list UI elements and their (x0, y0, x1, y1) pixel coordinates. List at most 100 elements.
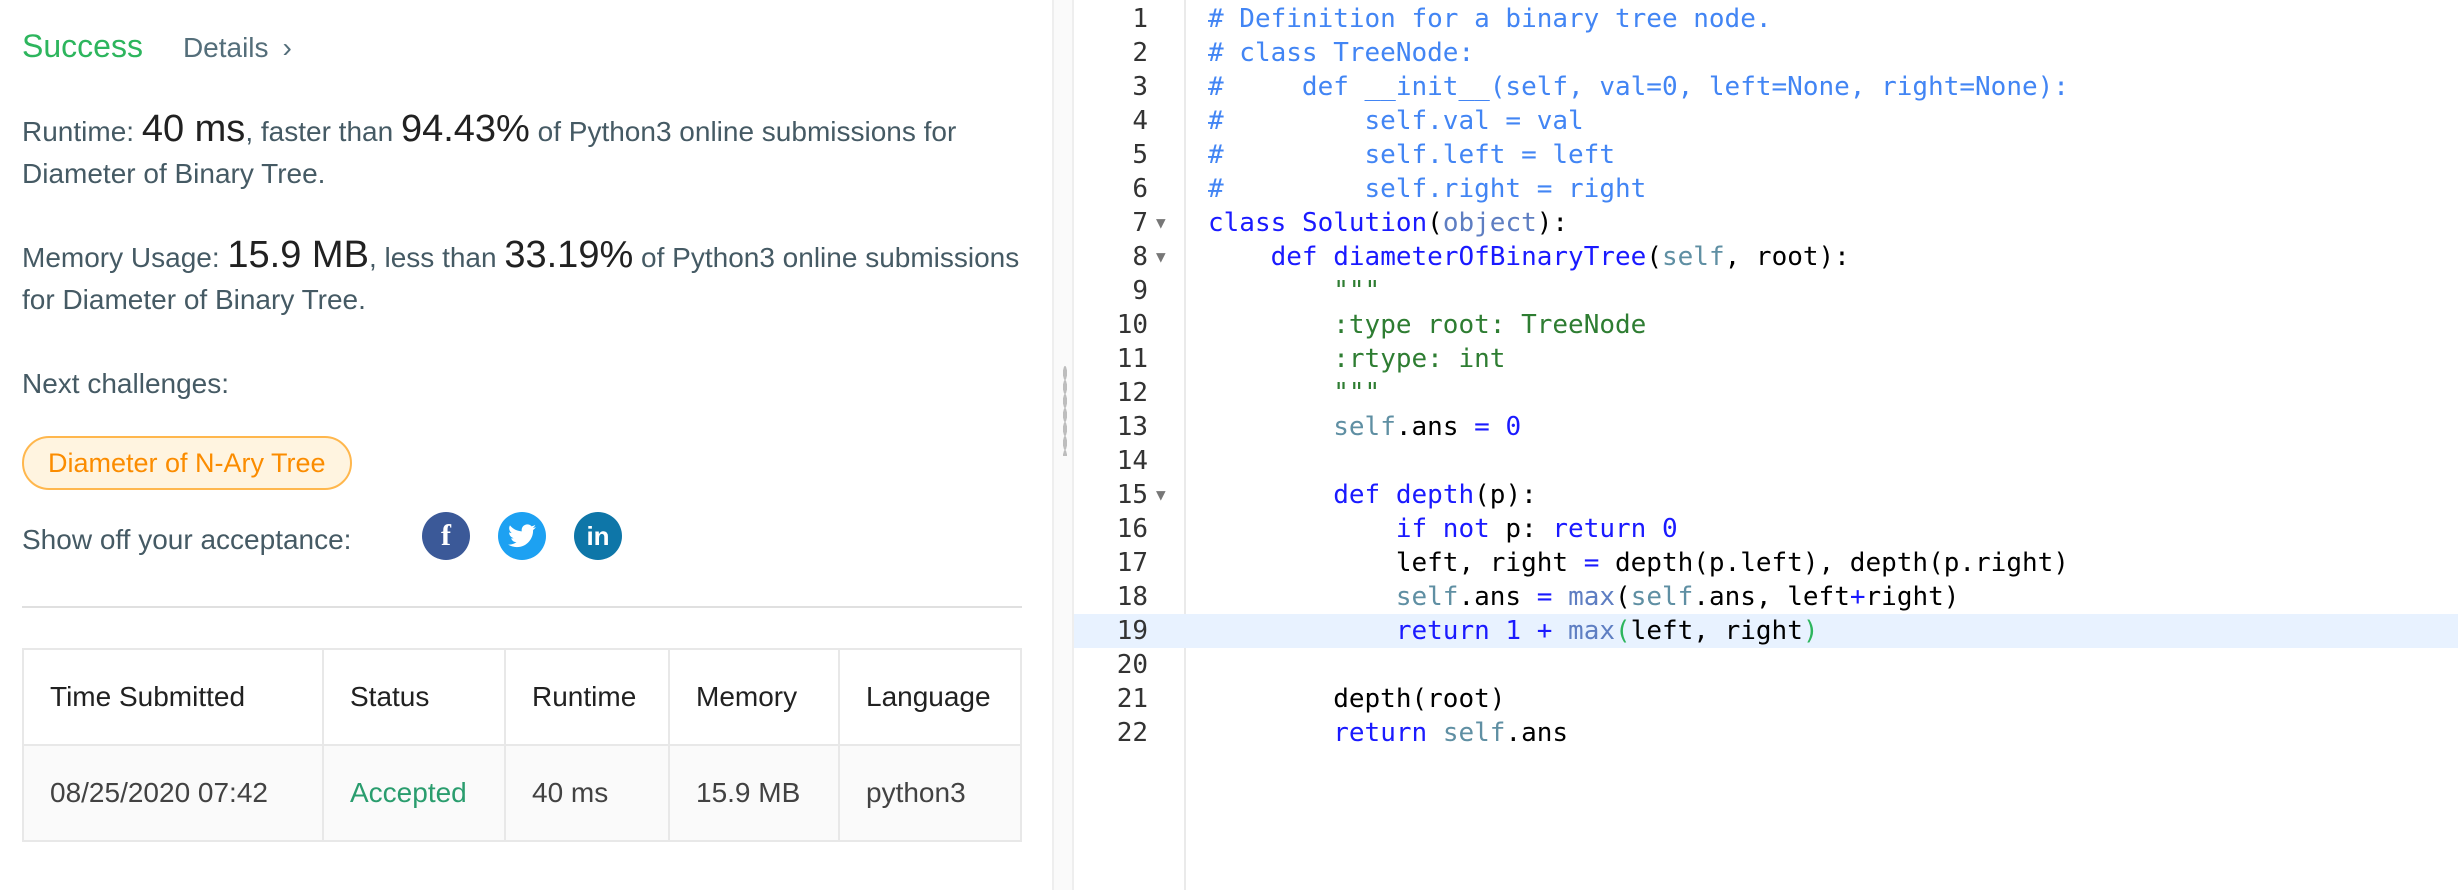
code-token: ) (1802, 616, 1819, 646)
code-token: # self.left = left (1208, 140, 1615, 170)
code-token: , root): (1724, 242, 1850, 272)
code-line[interactable]: 9 """ (1074, 274, 2458, 308)
code-token: # self.right = right (1208, 174, 1647, 204)
code-token: self (1333, 412, 1396, 442)
runtime-percent: 94.43% (400, 108, 530, 150)
code-line[interactable]: 19 return 1 + max(left, right) (1074, 614, 2458, 648)
code-token: .ans, left (1693, 582, 1850, 612)
code-token: """ (1333, 378, 1381, 408)
twitter-icon[interactable] (498, 512, 546, 560)
code-token: ( (1615, 582, 1631, 612)
code-token: class (1208, 208, 1287, 238)
code-token: ): (1536, 208, 1569, 238)
line-number: 8 (1132, 242, 1148, 272)
line-number: 16 (1116, 514, 1148, 544)
line-number: 15 (1116, 480, 1148, 510)
code-line[interactable]: 12 """ (1074, 376, 2458, 410)
line-number: 18 (1116, 582, 1148, 612)
code-token: .ans (1458, 582, 1537, 612)
code-token: + (1536, 616, 1553, 646)
code-line[interactable]: 20 (1074, 648, 2458, 682)
code-token: if not (1395, 514, 1490, 544)
col-time-submitted: Time Submitted (22, 648, 324, 746)
code-line[interactable]: 10 :type root: TreeNode (1074, 308, 2458, 342)
status-success: Success (22, 28, 143, 64)
code-line[interactable]: 4 # self.val = val (1074, 104, 2458, 138)
code-line[interactable]: 18 self.ans = max(self.ans, left+right) (1074, 580, 2458, 614)
code-line[interactable]: 8 ▼ def diameterOfBinaryTree(self, root): (1074, 240, 2458, 274)
code-text: return self.ans (1208, 716, 1568, 750)
code-text: self.ans = 0 (1208, 410, 1521, 444)
panel-splitter[interactable] (1052, 0, 1074, 890)
code-token: depth(p.left), depth(p.right) (1599, 548, 2069, 578)
code-token: 0 (1505, 412, 1522, 442)
code-token: depth (1395, 480, 1475, 510)
runtime-label: Runtime: (22, 116, 135, 147)
code-token: depth(root) (1208, 684, 1506, 714)
line-number: 14 (1116, 446, 1148, 476)
fold-arrow-icon[interactable]: ▼ (1156, 206, 1166, 240)
col-status: Status (322, 648, 506, 746)
code-line[interactable]: 7 ▼ class Solution(object): (1074, 206, 2458, 240)
code-text: if not p: return 0 (1208, 512, 1678, 546)
code-line[interactable]: 5 # self.left = left (1074, 138, 2458, 172)
code-token: ( (1615, 616, 1631, 646)
code-token: # Definition for a binary tree node. (1208, 4, 1772, 34)
code-line[interactable]: 1 # Definition for a binary tree node. (1074, 2, 2458, 36)
code-text: :rtype: int (1208, 342, 1505, 376)
facebook-icon[interactable]: f (422, 512, 470, 560)
code-token: left, right (1630, 616, 1803, 646)
code-line[interactable]: 6 # self.right = right (1074, 172, 2458, 206)
code-line[interactable]: 17 left, right = depth(p.left), depth(p.… (1074, 546, 2458, 580)
code-line[interactable]: 21 depth(root) (1074, 682, 2458, 716)
code-text: # self.val = val (1208, 104, 1584, 138)
details-link[interactable]: Details › (183, 32, 292, 64)
cell-memory: 15.9 MB (668, 744, 840, 842)
code-text: """ (1208, 274, 1380, 308)
runtime-stat: Runtime: 40 ms, faster than 94.43% of Py… (22, 108, 1032, 195)
col-memory: Memory (668, 648, 840, 746)
code-editor[interactable]: 1 # Definition for a binary tree node. 2 # … (1074, 0, 2458, 890)
table-row[interactable]: 08/25/2020 07:42 Accepted 40 ms 15.9 MB … (22, 744, 1022, 842)
code-token: self (1442, 718, 1506, 748)
line-number: 9 (1132, 276, 1148, 306)
code-line[interactable]: 16 if not p: return 0 (1074, 512, 2458, 546)
code-token: left, right (1208, 548, 1584, 578)
cell-status[interactable]: Accepted (322, 744, 506, 842)
runtime-value: 40 ms (141, 108, 246, 150)
code-line[interactable]: 13 self.ans = 0 (1074, 410, 2458, 444)
code-token: def (1333, 480, 1381, 510)
code-text: left, right = depth(p.left), depth(p.rig… (1208, 546, 2069, 580)
code-line[interactable]: 15 ▼ def depth(p): (1074, 478, 2458, 512)
code-text: def depth(p): (1208, 478, 1537, 512)
code-line[interactable]: 3 # def __init__(self, val=0, left=None, … (1074, 70, 2458, 104)
code-token: ( (1646, 242, 1662, 272)
code-token: ( (1427, 208, 1443, 238)
fold-arrow-icon[interactable]: ▼ (1156, 240, 1166, 274)
code-token: def (1270, 242, 1318, 272)
line-number: 17 (1116, 548, 1148, 578)
code-line[interactable]: 2 # class TreeNode: (1074, 36, 2458, 70)
fold-arrow-icon[interactable]: ▼ (1156, 478, 1166, 512)
cell-time-submitted: 08/25/2020 07:42 (22, 744, 324, 842)
next-challenge-chip[interactable]: Diameter of N-Ary Tree (22, 436, 352, 490)
code-line[interactable]: 14 (1074, 444, 2458, 478)
drag-handle-icon[interactable] (1063, 366, 1067, 456)
code-text: # self.right = right (1208, 172, 1646, 206)
code-token: Solution (1301, 208, 1428, 238)
code-line[interactable]: 22 return self.ans (1074, 716, 2458, 750)
code-text: # Definition for a binary tree node. (1208, 2, 1772, 36)
code-line[interactable]: 11 :rtype: int (1074, 342, 2458, 376)
code-token: p: (1489, 514, 1553, 544)
memory-mid: , less than (368, 242, 497, 273)
linkedin-icon[interactable]: in (574, 512, 622, 560)
code-token: # def __init__(self, val=0, left=None, r… (1208, 72, 2069, 102)
code-token: """ (1333, 276, 1381, 306)
